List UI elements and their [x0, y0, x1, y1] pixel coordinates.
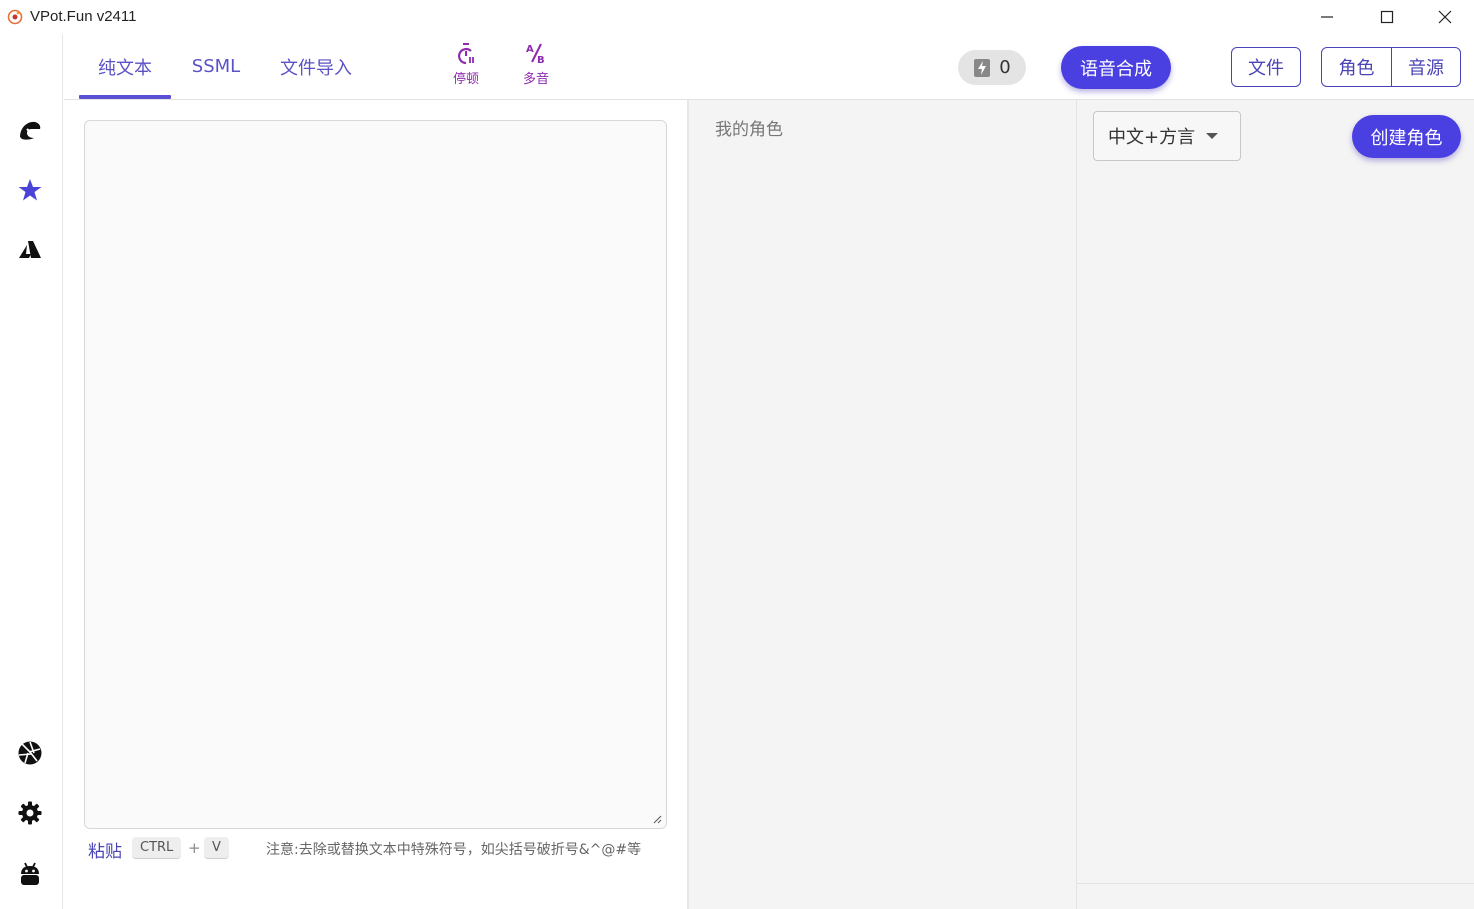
text-input-area[interactable] [84, 120, 667, 829]
voice-library-panel: 中文+方言 创建角色 [1076, 100, 1474, 909]
maximize-icon [1380, 10, 1394, 24]
azure-icon[interactable] [16, 236, 44, 264]
left-sidebar [0, 34, 63, 909]
kbd-ctrl: CTRL [132, 837, 182, 859]
role-label: 角色 [1338, 58, 1375, 79]
window-title: VPot.Fun v2411 [30, 8, 137, 25]
tab-label: SSML [191, 56, 241, 77]
active-tab-indicator [79, 95, 171, 99]
android-icon[interactable] [16, 860, 44, 888]
create-role-label: 创建角色 [1370, 127, 1443, 149]
svg-text:A: A [526, 44, 534, 55]
synthesize-label: 语音合成 [1080, 58, 1152, 80]
close-icon [1438, 10, 1452, 24]
tab-plain-text[interactable]: 纯文本 [79, 34, 171, 99]
special-char-note: 注意:去除或替换文本中特殊符号，如尖括号破折号&^@#等 [266, 842, 642, 858]
polyphone-tool-button[interactable]: A B 多音 [514, 42, 558, 90]
language-select[interactable]: 中文+方言 [1093, 111, 1241, 161]
file-button[interactable]: 文件 [1231, 47, 1301, 87]
usage-counter: 0 [958, 50, 1026, 85]
pause-tool-label: 停顿 [452, 72, 479, 87]
source-label: 音源 [1408, 58, 1444, 79]
svg-text:B: B [537, 55, 545, 66]
kbd-plus: + [188, 839, 201, 857]
polyphone-tool-label: 多音 [522, 72, 549, 87]
star-icon[interactable] [16, 176, 44, 204]
power-bank-icon [974, 58, 991, 77]
file-label: 文件 [1248, 58, 1284, 79]
language-select-value: 中文+方言 [1108, 127, 1196, 148]
maximize-button[interactable] [1358, 0, 1416, 34]
title-bar: VPot.Fun v2411 [0, 0, 1474, 34]
tab-label: 纯文本 [98, 57, 152, 79]
app-logo-icon [7, 9, 23, 25]
close-button[interactable] [1416, 0, 1474, 34]
settings-icon[interactable] [16, 799, 44, 827]
minimize-button[interactable] [1298, 0, 1356, 34]
my-roles-label: 我的角色 [715, 120, 783, 140]
top-toolbar: 纯文本 SSML 文件导入 停顿 A B 多音 0 语音合成 文件 角色 音源 [64, 34, 1474, 100]
synthesize-button[interactable]: 语音合成 [1061, 46, 1171, 89]
aperture-icon[interactable] [16, 739, 44, 767]
tab-ssml[interactable]: SSML [182, 34, 250, 99]
app-window: VPot.Fun v2411 纯文本 SSML 文件导入 停顿 A B 多音 0… [0, 0, 1474, 909]
editor-panel: 粘贴 CTRL + V 注意:去除或替换文本中特殊符号，如尖括号破折号&^@#等 [64, 100, 687, 909]
resize-handle-icon[interactable] [652, 814, 662, 824]
timer-icon [458, 43, 474, 65]
minimize-icon [1321, 16, 1333, 18]
paste-link[interactable]: 粘贴 [88, 837, 122, 862]
panel-divider [1077, 883, 1474, 884]
caret-down-icon [1206, 133, 1218, 139]
source-button[interactable]: 音源 [1391, 47, 1461, 87]
edge-icon[interactable] [16, 116, 44, 144]
create-role-button[interactable]: 创建角色 [1352, 115, 1461, 158]
counter-value: 0 [999, 57, 1011, 78]
tab-label: 文件导入 [280, 57, 352, 79]
role-button[interactable]: 角色 [1321, 47, 1392, 87]
ab-icon: A B [526, 43, 545, 66]
pause-tool-button[interactable]: 停顿 [444, 42, 488, 90]
my-roles-panel: 我的角色 [687, 100, 1076, 909]
tab-file-import[interactable]: 文件导入 [272, 34, 360, 99]
kbd-v: V [204, 837, 229, 859]
